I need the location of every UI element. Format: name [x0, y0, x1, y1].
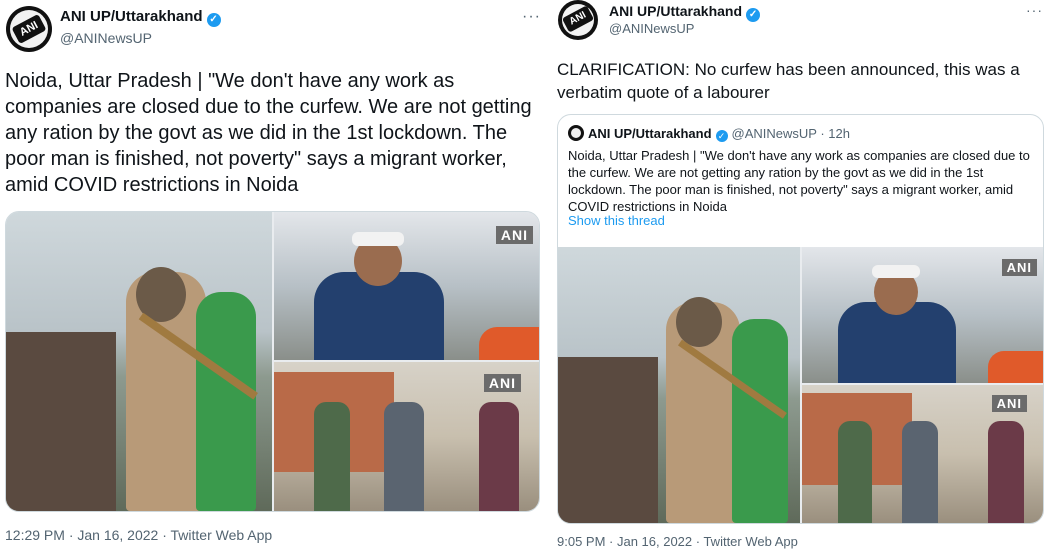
quoted-tweet-text: Noida, Uttar Pradesh | "We don't have an… [568, 148, 1030, 214]
ani-watermark: ANI [991, 395, 1027, 412]
media-grid[interactable]: ANI ANI [5, 211, 540, 512]
quoted-author-name[interactable]: ANI UP/Uttarakhand [588, 126, 712, 141]
avatar[interactable]: ANI [6, 6, 52, 52]
tweet-right: ANI ANI UP/Uttarakhand ✓ @ANINewsUP ··· C… [552, 0, 1045, 553]
photo-workers-street[interactable]: ANI [802, 385, 1043, 523]
author-name[interactable]: ANI UP/Uttarakhand ✓ [60, 8, 221, 27]
more-options-icon[interactable]: ··· [522, 8, 541, 26]
avatar [568, 125, 584, 141]
ani-watermark: ANI [483, 374, 521, 392]
quoted-tweet[interactable]: ANI UP/Uttarakhand ✓ @ANINewsUP · 12h Noid… [557, 114, 1044, 524]
avatar[interactable]: ANI [558, 0, 598, 40]
photo-migrant-worker[interactable] [558, 247, 800, 523]
author-name[interactable]: ANI UP/Uttarakhand ✓ [609, 3, 761, 22]
author-name-text[interactable]: ANI UP/Uttarakhand [609, 3, 742, 19]
tweet-text: Noida, Uttar Pradesh | "We don't have an… [5, 70, 532, 196]
author-handle[interactable]: @ANINewsUP [60, 30, 152, 46]
tweet-timestamp[interactable]: 9:05 PM · Jan 16, 2022 · Twitter Web App [557, 534, 798, 549]
photo-interview[interactable]: ANI [274, 212, 539, 360]
verified-icon: ✓ [715, 130, 728, 142]
author-handle[interactable]: @ANINewsUP [609, 21, 694, 36]
show-thread-link[interactable]: Show this thread [568, 213, 665, 228]
verified-icon: ✓ [206, 13, 221, 27]
photo-interview[interactable]: ANI [802, 247, 1043, 383]
photo-workers-street[interactable]: ANI [274, 362, 539, 511]
tweet-left: ANI ANI UP/Uttarakhand ✓ @ANINewsUP ··· N… [0, 0, 544, 553]
more-options-icon[interactable]: ··· [1026, 2, 1043, 18]
tweet-timestamp[interactable]: 12:29 PM · Jan 16, 2022 · Twitter Web Ap… [5, 527, 272, 543]
ani-watermark: ANI [1001, 259, 1037, 276]
quoted-handle-time[interactable]: @ANINewsUP · 12h [732, 126, 850, 141]
author-name-text[interactable]: ANI UP/Uttarakhand [60, 8, 203, 25]
quoted-tweet-header[interactable]: ANI UP/Uttarakhand ✓ @ANINewsUP · 12h [568, 125, 850, 142]
ani-watermark: ANI [495, 226, 533, 244]
tweet-text: CLARIFICATION: No curfew has been announ… [557, 60, 1020, 102]
photo-migrant-worker[interactable] [6, 212, 272, 511]
verified-icon: ✓ [746, 8, 761, 22]
quoted-media-grid[interactable]: ANI ANI [558, 247, 1043, 523]
